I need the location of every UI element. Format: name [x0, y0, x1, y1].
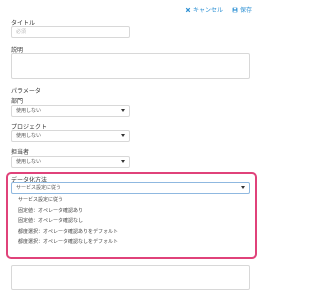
department-select[interactable]: 使用しない	[11, 105, 130, 117]
department-label: 部門	[11, 98, 24, 105]
save-icon	[232, 7, 238, 12]
owner-value: 使用しない	[16, 159, 42, 165]
toolbar: キャンセル 保存	[185, 5, 252, 14]
data-method-dropdown-list: サービス設定に従う 固定値：オペレータ確認あり 固定値：オペレータ確認なし 都度…	[11, 195, 250, 248]
dropdown-option[interactable]: 固定値：オペレータ確認なし	[11, 216, 250, 227]
chevron-down-icon	[241, 186, 245, 189]
project-select[interactable]: 使用しない	[11, 130, 130, 142]
chevron-down-icon	[121, 160, 125, 163]
cancel-label: キャンセル	[192, 7, 223, 14]
close-icon	[185, 7, 191, 12]
chevron-down-icon	[121, 109, 125, 112]
dropdown-option[interactable]: 都度選択：オペレータ確認なしをデフォルト	[11, 237, 250, 248]
department-value: 使用しない	[16, 108, 42, 114]
title-placeholder: 必須	[16, 29, 27, 35]
dropdown-option[interactable]: サービス設定に従う	[11, 195, 250, 206]
owner-label: 担当者	[11, 149, 30, 156]
save-label: 保存	[239, 7, 252, 14]
dropdown-option[interactable]: 都度選択：オペレータ確認ありをデフォルト	[11, 227, 250, 238]
title-input[interactable]: 必須	[11, 26, 130, 38]
note-textarea[interactable]	[11, 265, 250, 290]
data-method-select[interactable]: サービス設定に従う	[11, 182, 250, 194]
description-textarea[interactable]	[11, 53, 250, 79]
chevron-down-icon	[121, 134, 125, 137]
cancel-button[interactable]: キャンセル	[185, 5, 223, 14]
dropdown-option[interactable]: 固定値：オペレータ確認あり	[11, 206, 250, 217]
project-value: 使用しない	[16, 133, 42, 139]
parameters-heading: パラメータ	[11, 88, 41, 95]
owner-select[interactable]: 使用しない	[11, 156, 130, 168]
data-method-value: サービス設定に従う	[16, 185, 62, 191]
save-button[interactable]: 保存	[232, 5, 252, 14]
